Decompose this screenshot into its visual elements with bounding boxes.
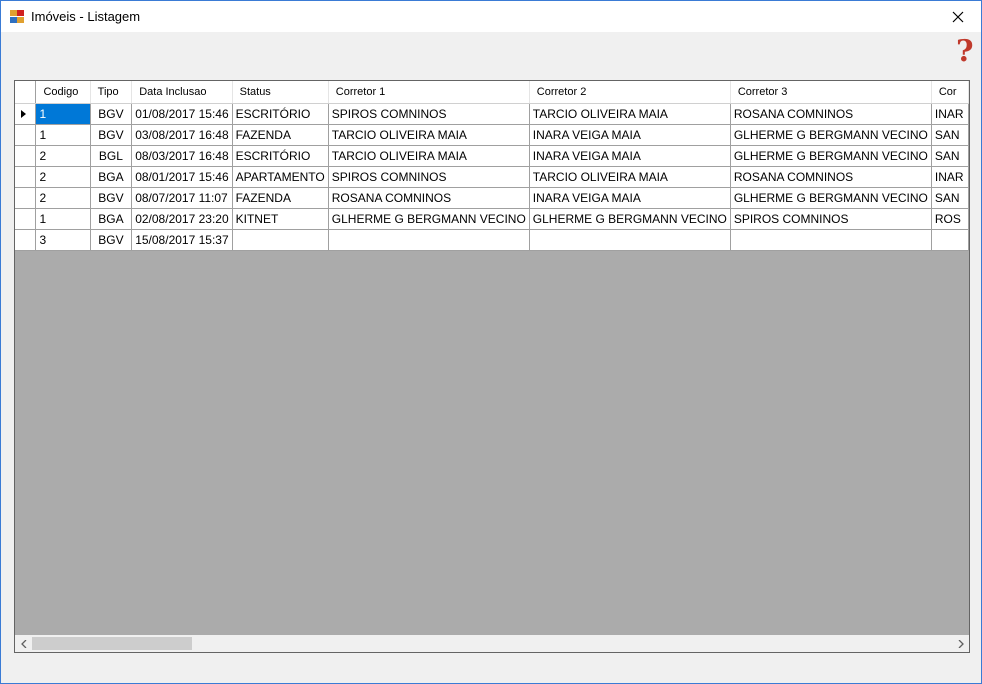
cell-corretor-3[interactable]: GLHERME G BERGMANN VECINO	[730, 124, 932, 146]
table-row[interactable]: 3 BGV 15/08/2017 15:37	[15, 229, 969, 251]
title-bar[interactable]: Imóveis - Listagem	[1, 1, 981, 32]
column-header-corretor-4[interactable]: Cor	[931, 81, 969, 104]
cell-corretor-1[interactable]: TARCIO OLIVEIRA MAIA	[328, 124, 530, 146]
table-row[interactable]: 2 BGL 08/03/2017 16:48 ESCRITÓRIO TARCIO OLI…	[15, 145, 969, 167]
cell-status[interactable]	[232, 229, 329, 251]
row-header-corner	[15, 81, 37, 104]
column-header-codigo[interactable]: Codigo	[35, 81, 91, 104]
row-header[interactable]	[15, 124, 37, 146]
cell-corretor-1[interactable]: SPIROS COMNINOS	[328, 166, 530, 188]
horizontal-scrollbar[interactable]	[15, 635, 969, 652]
table-row[interactable]: 2 BGV 08/07/2017 11:07 FAZENDA ROSANA COMNIN…	[15, 187, 969, 209]
imoveis-grid[interactable]: Codigo Tipo Data Inclusao Status Correto…	[14, 80, 970, 653]
table-row[interactable]: 1 BGV 01/08/2017 15:46 ESCRITÓRIO SPIROS COM…	[15, 103, 969, 125]
cell-status[interactable]: FAZENDA	[232, 187, 329, 209]
row-header[interactable]	[15, 145, 37, 167]
cell-codigo[interactable]: 1	[35, 208, 91, 230]
close-button[interactable]	[935, 1, 981, 32]
table-row[interactable]: 1 BGV 03/08/2017 16:48 FAZENDA TARCIO OLIVEI…	[15, 124, 969, 146]
cell-status[interactable]: APARTAMENTO	[232, 166, 329, 188]
cell-status[interactable]: KITNET	[232, 208, 329, 230]
cell-tipo[interactable]: BGV	[90, 103, 133, 125]
column-header-data-inclusao[interactable]: Data Inclusao	[131, 81, 233, 104]
cell-corretor-2[interactable]: INARA VEIGA MAIA	[529, 124, 731, 146]
table-row[interactable]: 1 BGA 02/08/2017 23:20 KITNET GLHERME G BERG…	[15, 208, 969, 230]
cell-codigo[interactable]: 2	[35, 187, 91, 209]
window-title: Imóveis - Listagem	[31, 9, 141, 24]
cell-data-inclusao[interactable]: 08/07/2017 11:07	[131, 187, 233, 209]
cell-corretor-3[interactable]	[730, 229, 932, 251]
row-header[interactable]	[15, 103, 37, 125]
scroll-right-icon[interactable]	[952, 635, 969, 652]
column-header-corretor-2[interactable]: Corretor 2	[529, 81, 731, 104]
cell-corretor-4[interactable]: SAN	[931, 145, 969, 167]
cell-data-inclusao[interactable]: 15/08/2017 15:37	[131, 229, 233, 251]
cell-corretor-4[interactable]: SAN	[931, 124, 969, 146]
cell-corretor-2[interactable]	[529, 229, 731, 251]
cell-corretor-1[interactable]: TARCIO OLIVEIRA MAIA	[328, 145, 530, 167]
column-header-corretor-1[interactable]: Corretor 1	[328, 81, 530, 104]
current-row-arrow-icon	[21, 109, 26, 118]
cell-codigo[interactable]: 2	[35, 145, 91, 167]
column-header-status[interactable]: Status	[232, 81, 329, 104]
cell-corretor-2[interactable]: INARA VEIGA MAIA	[529, 187, 731, 209]
cell-corretor-3[interactable]: ROSANA COMNINOS	[730, 166, 932, 188]
cell-codigo[interactable]: 2	[35, 166, 91, 188]
cell-corretor-3[interactable]: SPIROS COMNINOS	[730, 208, 932, 230]
grid-body: 1 BGV 01/08/2017 15:46 ESCRITÓRIO SPIROS COM…	[15, 103, 969, 251]
cell-codigo[interactable]: 1	[35, 103, 91, 125]
row-header[interactable]	[15, 208, 37, 230]
row-header[interactable]	[15, 229, 37, 251]
row-header[interactable]	[15, 187, 37, 209]
cell-status[interactable]: ESCRITÓRIO	[232, 103, 329, 125]
cell-corretor-4[interactable]: ROS	[931, 208, 969, 230]
cell-corretor-2[interactable]: TARCIO OLIVEIRA MAIA	[529, 166, 731, 188]
cell-corretor-4[interactable]: INAR	[931, 103, 969, 125]
help-icon[interactable]: ?	[956, 37, 976, 67]
cell-corretor-3[interactable]: GLHERME G BERGMANN VECINO	[730, 187, 932, 209]
app-window: Imóveis - Listagem ? Codigo Tipo Data In…	[0, 0, 982, 684]
cell-corretor-4[interactable]: SAN	[931, 187, 969, 209]
cell-tipo[interactable]: BGV	[90, 187, 133, 209]
grid-table: Codigo Tipo Data Inclusao Status Correto…	[15, 81, 969, 251]
cell-tipo[interactable]: BGV	[90, 229, 133, 251]
cell-corretor-3[interactable]: GLHERME G BERGMANN VECINO	[730, 145, 932, 167]
cell-tipo[interactable]: BGV	[90, 124, 133, 146]
cell-corretor-1[interactable]: GLHERME G BERGMANN VECINO	[328, 208, 530, 230]
cell-corretor-4[interactable]: INAR	[931, 166, 969, 188]
cell-tipo[interactable]: BGL	[90, 145, 133, 167]
cell-data-inclusao[interactable]: 08/01/2017 15:46	[131, 166, 233, 188]
cell-status[interactable]: ESCRITÓRIO	[232, 145, 329, 167]
cell-codigo[interactable]: 3	[35, 229, 91, 251]
close-icon	[952, 11, 964, 22]
cell-corretor-1[interactable]	[328, 229, 530, 251]
cell-data-inclusao[interactable]: 03/08/2017 16:48	[131, 124, 233, 146]
app-icon	[10, 10, 24, 23]
scroll-left-icon[interactable]	[15, 635, 32, 652]
column-header-corretor-3[interactable]: Corretor 3	[730, 81, 932, 104]
cell-corretor-2[interactable]: INARA VEIGA MAIA	[529, 145, 731, 167]
cell-corretor-4[interactable]	[931, 229, 969, 251]
header-row: Codigo Tipo Data Inclusao Status Correto…	[15, 81, 969, 104]
column-header-tipo[interactable]: Tipo	[90, 81, 133, 104]
cell-status[interactable]: FAZENDA	[232, 124, 329, 146]
cell-data-inclusao[interactable]: 02/08/2017 23:20	[131, 208, 233, 230]
cell-tipo[interactable]: BGA	[90, 166, 133, 188]
cell-corretor-2[interactable]: GLHERME G BERGMANN VECINO	[529, 208, 731, 230]
cell-codigo[interactable]: 1	[35, 124, 91, 146]
cell-corretor-1[interactable]: ROSANA COMNINOS	[328, 187, 530, 209]
scroll-thumb[interactable]	[32, 637, 192, 650]
cell-data-inclusao[interactable]: 08/03/2017 16:48	[131, 145, 233, 167]
cell-corretor-1[interactable]: SPIROS COMNINOS	[328, 103, 530, 125]
row-header[interactable]	[15, 166, 37, 188]
cell-corretor-3[interactable]: ROSANA COMNINOS	[730, 103, 932, 125]
cell-corretor-2[interactable]: TARCIO OLIVEIRA MAIA	[529, 103, 731, 125]
table-row[interactable]: 2 BGA 08/01/2017 15:46 APARTAMENTO SPIROS CO…	[15, 166, 969, 188]
cell-tipo[interactable]: BGA	[90, 208, 133, 230]
cell-data-inclusao[interactable]: 01/08/2017 15:46	[131, 103, 233, 125]
